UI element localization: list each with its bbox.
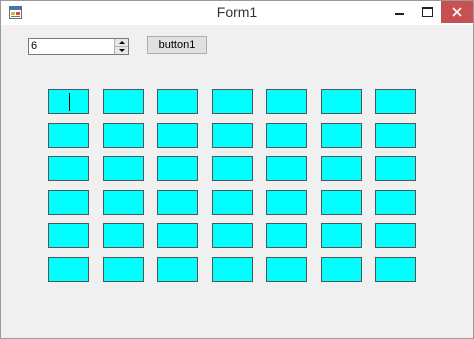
grid-cell[interactable] xyxy=(157,190,198,215)
minimize-icon xyxy=(394,13,404,15)
maximize-icon xyxy=(421,7,433,17)
grid-cell[interactable] xyxy=(212,89,253,114)
numeric-up-down[interactable] xyxy=(28,38,129,55)
close-button[interactable] xyxy=(441,1,473,23)
grid-cell[interactable] xyxy=(321,89,362,114)
grid-cell[interactable] xyxy=(212,123,253,148)
grid-cell[interactable] xyxy=(321,257,362,282)
grid-cell[interactable] xyxy=(103,89,144,114)
grid-cell[interactable] xyxy=(157,257,198,282)
grid-cell[interactable] xyxy=(266,123,307,148)
grid-cell[interactable] xyxy=(157,89,198,114)
grid-cell[interactable] xyxy=(375,156,416,181)
grid-cell[interactable] xyxy=(212,223,253,248)
grid-cell[interactable] xyxy=(266,156,307,181)
spin-buttons xyxy=(114,39,128,54)
grid-cell[interactable] xyxy=(48,257,89,282)
cell-grid xyxy=(48,89,418,285)
grid-cell[interactable] xyxy=(321,223,362,248)
grid-cell[interactable] xyxy=(48,190,89,215)
maximize-button[interactable] xyxy=(413,1,441,23)
grid-cell[interactable] xyxy=(266,190,307,215)
grid-cell[interactable] xyxy=(321,123,362,148)
title-bar[interactable]: Form1 xyxy=(1,1,473,25)
grid-cell[interactable] xyxy=(375,223,416,248)
grid-cell[interactable] xyxy=(103,223,144,248)
grid-cell[interactable] xyxy=(266,223,307,248)
grid-cell[interactable] xyxy=(48,156,89,181)
grid-cell[interactable] xyxy=(48,123,89,148)
button1[interactable]: button1 xyxy=(147,36,207,54)
down-arrow-icon xyxy=(118,49,125,52)
grid-cell[interactable] xyxy=(266,257,307,282)
grid-cell[interactable] xyxy=(321,156,362,181)
grid-cell[interactable] xyxy=(103,190,144,215)
grid-cell[interactable] xyxy=(321,190,362,215)
grid-cell[interactable] xyxy=(375,89,416,114)
grid-cell[interactable] xyxy=(375,123,416,148)
grid-cell[interactable] xyxy=(212,190,253,215)
grid-cell[interactable] xyxy=(48,89,89,114)
up-arrow-icon xyxy=(118,41,125,44)
spin-up-button[interactable] xyxy=(115,39,128,47)
grid-cell[interactable] xyxy=(157,223,198,248)
grid-cell[interactable] xyxy=(103,257,144,282)
grid-cell[interactable] xyxy=(375,190,416,215)
grid-cell[interactable] xyxy=(48,223,89,248)
grid-cell[interactable] xyxy=(157,123,198,148)
grid-cell[interactable] xyxy=(375,257,416,282)
grid-cell[interactable] xyxy=(103,123,144,148)
grid-cell[interactable] xyxy=(212,156,253,181)
grid-cell[interactable] xyxy=(157,156,198,181)
grid-cell[interactable] xyxy=(212,257,253,282)
grid-cell[interactable] xyxy=(266,89,307,114)
text-caret xyxy=(69,93,70,111)
form1-window: Form1 button1 xyxy=(0,0,474,339)
close-icon xyxy=(452,7,462,17)
minimize-button[interactable] xyxy=(385,1,413,23)
numeric-value-field[interactable] xyxy=(31,40,111,52)
grid-cell[interactable] xyxy=(103,156,144,181)
spin-down-button[interactable] xyxy=(115,47,128,54)
form-client-area: button1 xyxy=(8,25,466,331)
